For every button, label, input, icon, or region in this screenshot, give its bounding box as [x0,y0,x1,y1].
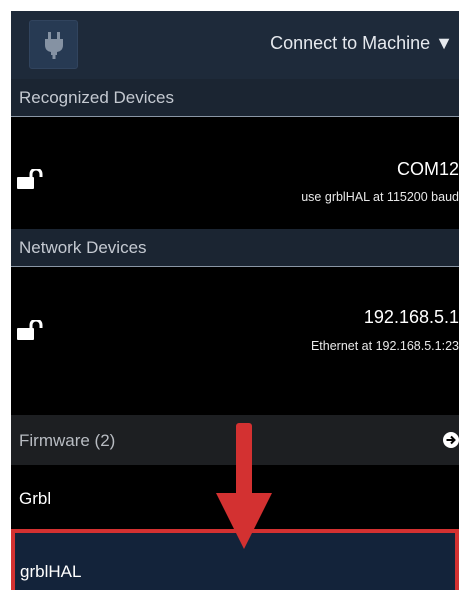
firmware-title: Firmware (2) [19,431,116,450]
device-row-network[interactable]: 192.168.5.1 Ethernet at 192.168.5.1:23 [11,267,459,415]
device-detail: use grblHAL at 115200 baud [301,190,459,204]
unlock-icon [17,169,43,189]
red-down-arrow-icon [216,423,272,549]
firmware-item-label: grblHAL [20,562,82,581]
connection-panel: Connect to Machine ▼ Recognized Devices … [11,11,459,590]
device-detail: Ethernet at 192.168.5.1:23 [310,339,459,353]
network-devices-header: Network Devices [11,229,459,267]
recognized-devices-title: Recognized Devices [19,88,174,107]
device-name: COM12 [396,159,459,179]
arrow-right-circle-icon[interactable] [443,432,459,448]
firmware-item-label: Grbl [19,489,52,508]
plug-button[interactable] [29,20,78,69]
recognized-devices-header: Recognized Devices [11,79,459,117]
connect-to-machine-dropdown[interactable]: Connect to Machine ▼ [270,33,453,54]
device-row-com12[interactable]: COM12 use grblHAL at 115200 baud [11,117,459,234]
plug-icon [45,32,63,59]
unlock-icon [17,320,43,340]
network-devices-title: Network Devices [19,238,147,257]
connect-toolbar: Connect to Machine ▼ [11,11,459,79]
device-name: 192.168.5.1 [363,307,459,327]
